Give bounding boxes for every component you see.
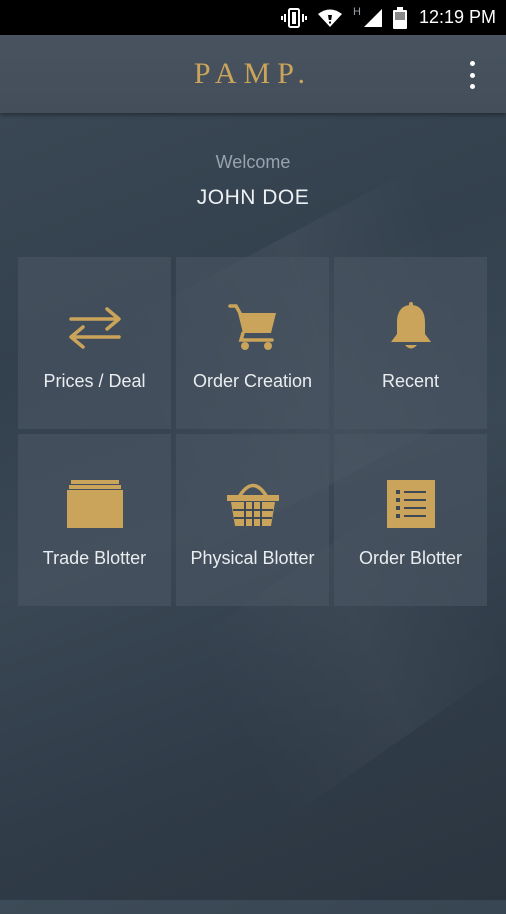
tile-label: Recent xyxy=(381,371,440,391)
order-blotter-tile[interactable]: Order Blotter xyxy=(334,434,487,606)
recent-tile[interactable]: Recent xyxy=(334,257,487,429)
app-bar: PAMP. xyxy=(0,35,506,113)
tile-label: Order Creation xyxy=(192,371,313,391)
network-type-label: H xyxy=(353,6,361,18)
tile-label: Physical Blotter xyxy=(190,548,315,568)
prices-deal-tile[interactable]: Prices / Deal xyxy=(18,257,171,429)
bell-icon xyxy=(389,295,433,359)
tile-label: Prices / Deal xyxy=(43,371,146,391)
wifi-icon xyxy=(317,8,343,28)
basket-icon xyxy=(225,472,281,536)
tile-label: Order Blotter xyxy=(358,548,463,568)
signal-icon xyxy=(363,8,383,28)
status-time: 12:19 PM xyxy=(418,7,496,27)
list-icon xyxy=(386,472,435,536)
user-name: JOHN DOE xyxy=(196,186,310,209)
folder-icon xyxy=(66,472,123,536)
welcome-label: Welcome xyxy=(215,152,291,172)
swap-arrows-icon xyxy=(67,295,123,359)
physical-blotter-tile[interactable]: Physical Blotter xyxy=(176,434,329,606)
trade-blotter-tile[interactable]: Trade Blotter xyxy=(18,434,171,606)
pamp-logo: PAMP. xyxy=(193,57,313,90)
order-creation-tile[interactable]: Order Creation xyxy=(176,257,329,429)
battery-icon xyxy=(392,6,407,29)
vibrate-icon xyxy=(281,7,307,28)
menu-grid: Prices / Deal Order Creation Recent Trad… xyxy=(18,257,488,606)
status-bar: H 12:19 PM xyxy=(0,0,506,35)
more-vert-icon[interactable] xyxy=(460,61,484,89)
tile-label: Trade Blotter xyxy=(42,548,147,568)
cart-icon xyxy=(227,295,278,359)
